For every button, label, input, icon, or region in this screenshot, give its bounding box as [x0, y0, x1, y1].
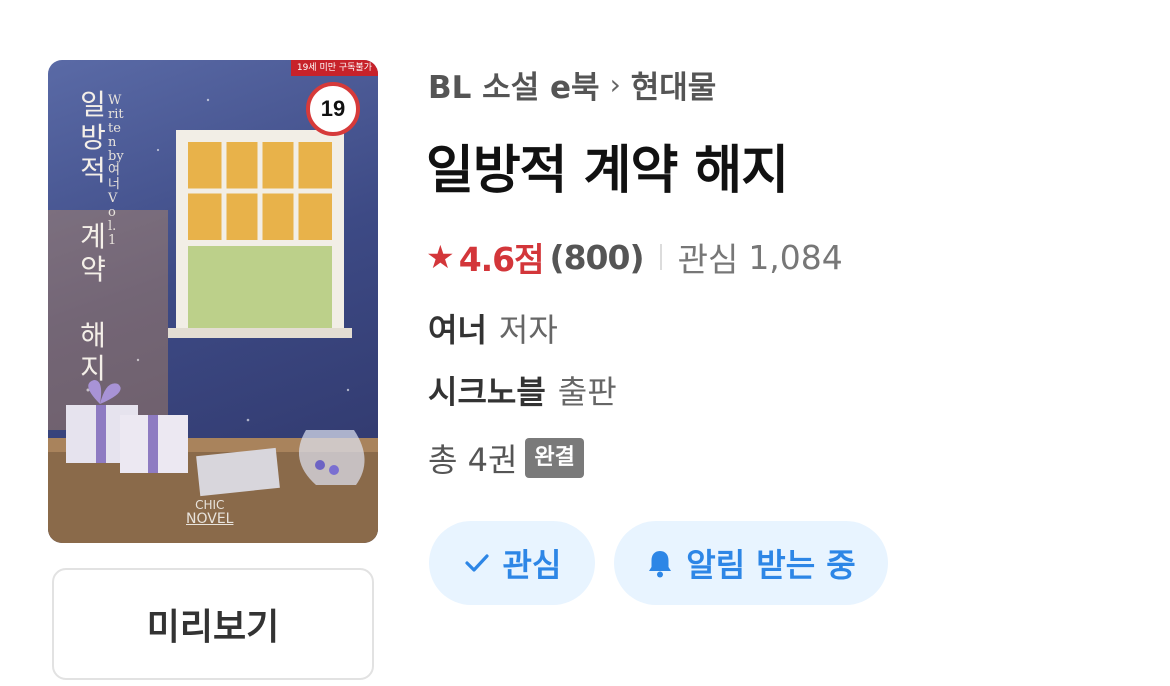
volumes-row: 총 4권 완결	[428, 436, 584, 480]
age-rating-badge: 19	[306, 82, 360, 136]
book-cover-image[interactable]: 19세 미만 구독불가 19 일 방 적 계 약 해 지 Written by …	[48, 60, 378, 543]
author-row: 여너 저자	[428, 306, 558, 350]
publisher-name-link[interactable]: 시크노블	[428, 367, 546, 413]
breadcrumb: BL 소설 e북 › 현대물	[428, 62, 716, 106]
bell-icon	[646, 548, 674, 578]
author-name-link[interactable]: 여너	[428, 305, 487, 351]
publisher-row: 시크노블 출판	[428, 368, 617, 412]
notification-button[interactable]: 알림 받는 중	[614, 521, 888, 605]
publisher-logo: CHIC NOVEL	[186, 498, 233, 526]
star-icon: ★	[426, 238, 455, 276]
interest-button-label: 관심	[502, 546, 562, 584]
book-title: 일방적 계약 해지	[426, 141, 789, 201]
breadcrumb-separator-icon: ›	[609, 67, 621, 101]
volume-count: 총 4권	[428, 441, 518, 479]
interest-count: 1,084	[748, 237, 843, 277]
interest-label: 관심	[677, 240, 739, 279]
publisher-logo-line1: CHIC	[195, 498, 225, 512]
preview-button[interactable]: 미리보기	[52, 568, 374, 680]
author-role: 저자	[498, 311, 558, 349]
check-icon	[463, 549, 491, 577]
publisher-logo-line2: NOVEL	[186, 511, 234, 527]
cover-title-text: 일 방 적 계 약 해 지	[80, 88, 106, 385]
age-restriction-strip: 19세 미만 구독불가	[290, 60, 378, 76]
rating-count[interactable]: (800)	[550, 238, 645, 277]
breadcrumb-category-link[interactable]: BL 소설 e북	[428, 62, 600, 107]
rating-score: 4.6점	[458, 240, 545, 279]
breadcrumb-subcategory-link[interactable]: 현대물	[631, 62, 717, 107]
interest-button[interactable]: 관심	[429, 521, 595, 605]
publisher-role: 출판	[557, 373, 617, 411]
cover-byline-text: Written by 여너 Vol.1	[108, 93, 128, 248]
status-badge: 완결	[525, 438, 584, 478]
divider	[659, 244, 662, 270]
notification-button-label: 알림 받는 중	[686, 546, 856, 584]
rating-row: ★ 4.6점 (800) 관심 1,084	[426, 235, 843, 280]
